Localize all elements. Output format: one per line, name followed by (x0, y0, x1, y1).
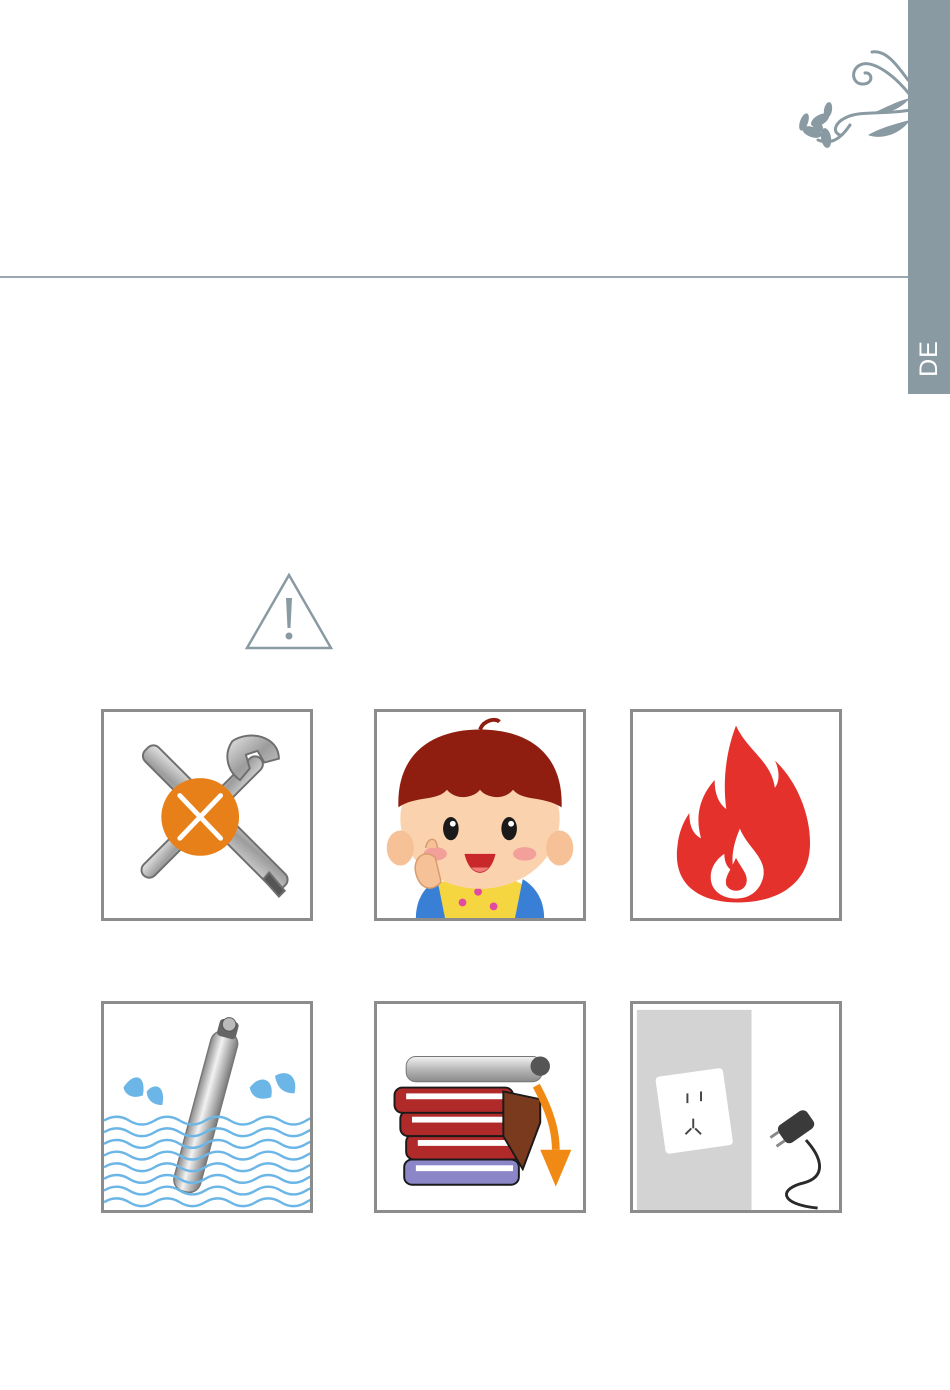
warning-triangle-icon (244, 572, 334, 650)
floral-ornament-icon (799, 50, 912, 148)
tile-unplug-power (630, 1001, 842, 1213)
flammable-fire-icon (676, 725, 811, 903)
language-tab-label-wrap: DE (908, 328, 950, 388)
tile-flammable (630, 709, 842, 921)
tile-no-disassembly (101, 709, 313, 921)
tile-no-water-immersion (101, 1001, 313, 1213)
no-water-immersion-icon (104, 1017, 310, 1208)
do-not-drop-icon (393, 1055, 572, 1187)
keep-away-from-children-icon (386, 717, 574, 918)
tile-keep-away-from-children (374, 709, 586, 921)
header-divider (0, 276, 908, 278)
unplug-power-icon (636, 1009, 821, 1210)
tile-do-not-drop (374, 1001, 586, 1213)
language-code: DE (914, 339, 943, 377)
no-disassembly-tools-icon (140, 734, 289, 899)
